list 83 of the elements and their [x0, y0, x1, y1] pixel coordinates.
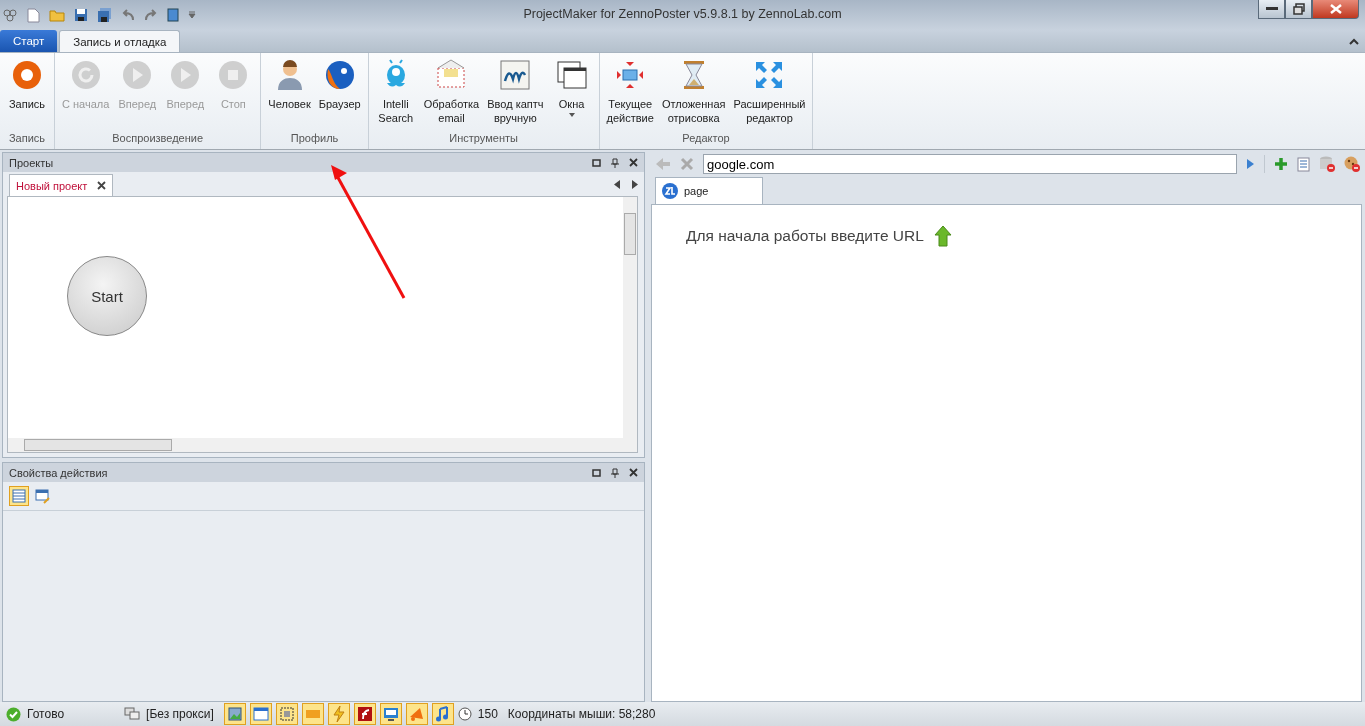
horizontal-scrollbar[interactable] — [8, 438, 623, 452]
collapse-icon[interactable] — [1349, 38, 1359, 45]
record-icon — [11, 59, 43, 91]
pin-icon[interactable] — [611, 157, 619, 168]
group-label: Инструменты — [448, 132, 519, 146]
check-icon — [6, 706, 21, 722]
window-title: ProjectMaker for ZennoPoster v5.9.8.1 by ZennoLab.com — [523, 7, 842, 21]
document-icon[interactable] — [1297, 156, 1310, 172]
music-icon[interactable] — [431, 703, 454, 725]
up-arrow-icon — [933, 225, 952, 247]
ribbon-button[interactable]: Человек — [265, 59, 314, 132]
hint-text: Для начала работы введите URL — [686, 227, 924, 245]
replay-icon — [69, 59, 102, 91]
save-all-icon[interactable] — [97, 7, 112, 23]
mouse-coordinates: Координаты мыши: 58;280 — [507, 707, 656, 721]
play-step-icon — [169, 59, 202, 91]
group-label: Профиль — [289, 132, 340, 146]
play-icon — [121, 59, 154, 91]
clock-icon — [457, 707, 472, 721]
close-button[interactable] — [1312, 0, 1359, 19]
captcha-icon — [499, 59, 532, 91]
go-icon[interactable] — [1246, 158, 1255, 170]
restore-icon — [1292, 3, 1305, 15]
minimize-icon — [1265, 7, 1278, 11]
left-arrow-icon[interactable] — [614, 180, 620, 189]
undo-icon[interactable] — [121, 9, 135, 21]
windows-icon — [555, 59, 588, 91]
proxy-status[interactable]: [Без прокси] — [146, 707, 214, 721]
table-icon[interactable] — [9, 486, 29, 506]
ribbon-button[interactable]: Окна — [548, 59, 595, 132]
ribbon-button[interactable]: Текущее действие — [603, 59, 657, 132]
window-icon[interactable] — [249, 703, 272, 725]
maximize-icon[interactable] — [592, 158, 601, 167]
caret-icon — [568, 113, 575, 117]
ribbon-button[interactable]: Запись — [4, 59, 50, 132]
ribbon-button[interactable]: Ввод каптч вручную — [484, 59, 547, 132]
page-tab[interactable]: page — [655, 177, 763, 204]
document-tab[interactable]: Новый проект — [9, 174, 114, 196]
pin-icon[interactable] — [611, 467, 619, 478]
redo-icon[interactable] — [144, 9, 158, 21]
group-label: Редактор — [681, 132, 731, 146]
panel-title: Свойства действия — [9, 466, 108, 479]
image-icon[interactable] — [223, 703, 246, 725]
frame-icon[interactable] — [275, 703, 298, 725]
ribbon-button[interactable]: Отложенная отрисовка — [658, 59, 729, 132]
vertical-scrollbar[interactable] — [623, 197, 637, 452]
minimize-button[interactable] — [1258, 0, 1285, 19]
logo-icon — [662, 183, 678, 199]
ribbon-button[interactable]: Браузер — [315, 59, 364, 132]
panel-title: Проекты — [9, 156, 54, 169]
dropdown-icon[interactable] — [188, 11, 196, 19]
ribbon-button[interactable]: Intelli Search — [372, 59, 419, 132]
flash-icon[interactable] — [353, 703, 376, 725]
book-icon[interactable] — [167, 8, 179, 22]
ribbon-tab[interactable]: Запись и отладка — [59, 30, 181, 52]
plus-icon[interactable] — [1274, 157, 1288, 171]
restore-button[interactable] — [1285, 0, 1312, 19]
monitor-icon[interactable] — [379, 703, 402, 725]
status-text: Готово — [27, 707, 65, 721]
close-icon[interactable] — [629, 158, 638, 167]
close-icon[interactable] — [629, 468, 638, 477]
form-icon[interactable] — [35, 488, 51, 504]
maximize-icon[interactable] — [592, 468, 601, 477]
close-icon — [1329, 4, 1342, 14]
network-icon — [124, 707, 141, 721]
url-field[interactable]: google.com — [703, 154, 1237, 174]
ribbon-button[interactable]: Обработка email — [420, 59, 483, 132]
counter-text: 150 — [477, 707, 498, 721]
ribbon-button[interactable]: Расширенный редактор — [730, 59, 809, 132]
users-icon[interactable] — [2, 8, 18, 22]
globe-icon — [323, 59, 356, 91]
cookie-icon[interactable] — [1344, 156, 1360, 172]
group-label: Запись — [7, 132, 47, 146]
envelope-icon — [435, 59, 468, 91]
start-node[interactable]: Start — [67, 256, 147, 336]
close-icon[interactable] — [97, 181, 107, 190]
new-file-icon[interactable] — [27, 7, 40, 23]
group-label: Воспроизведение — [111, 132, 205, 146]
stop-icon — [217, 59, 250, 91]
save-icon[interactable] — [74, 8, 88, 22]
database-remove-icon[interactable] — [1319, 156, 1335, 172]
right-arrow-icon[interactable] — [632, 180, 638, 189]
ribbon-tab[interactable]: Старт — [0, 30, 58, 52]
